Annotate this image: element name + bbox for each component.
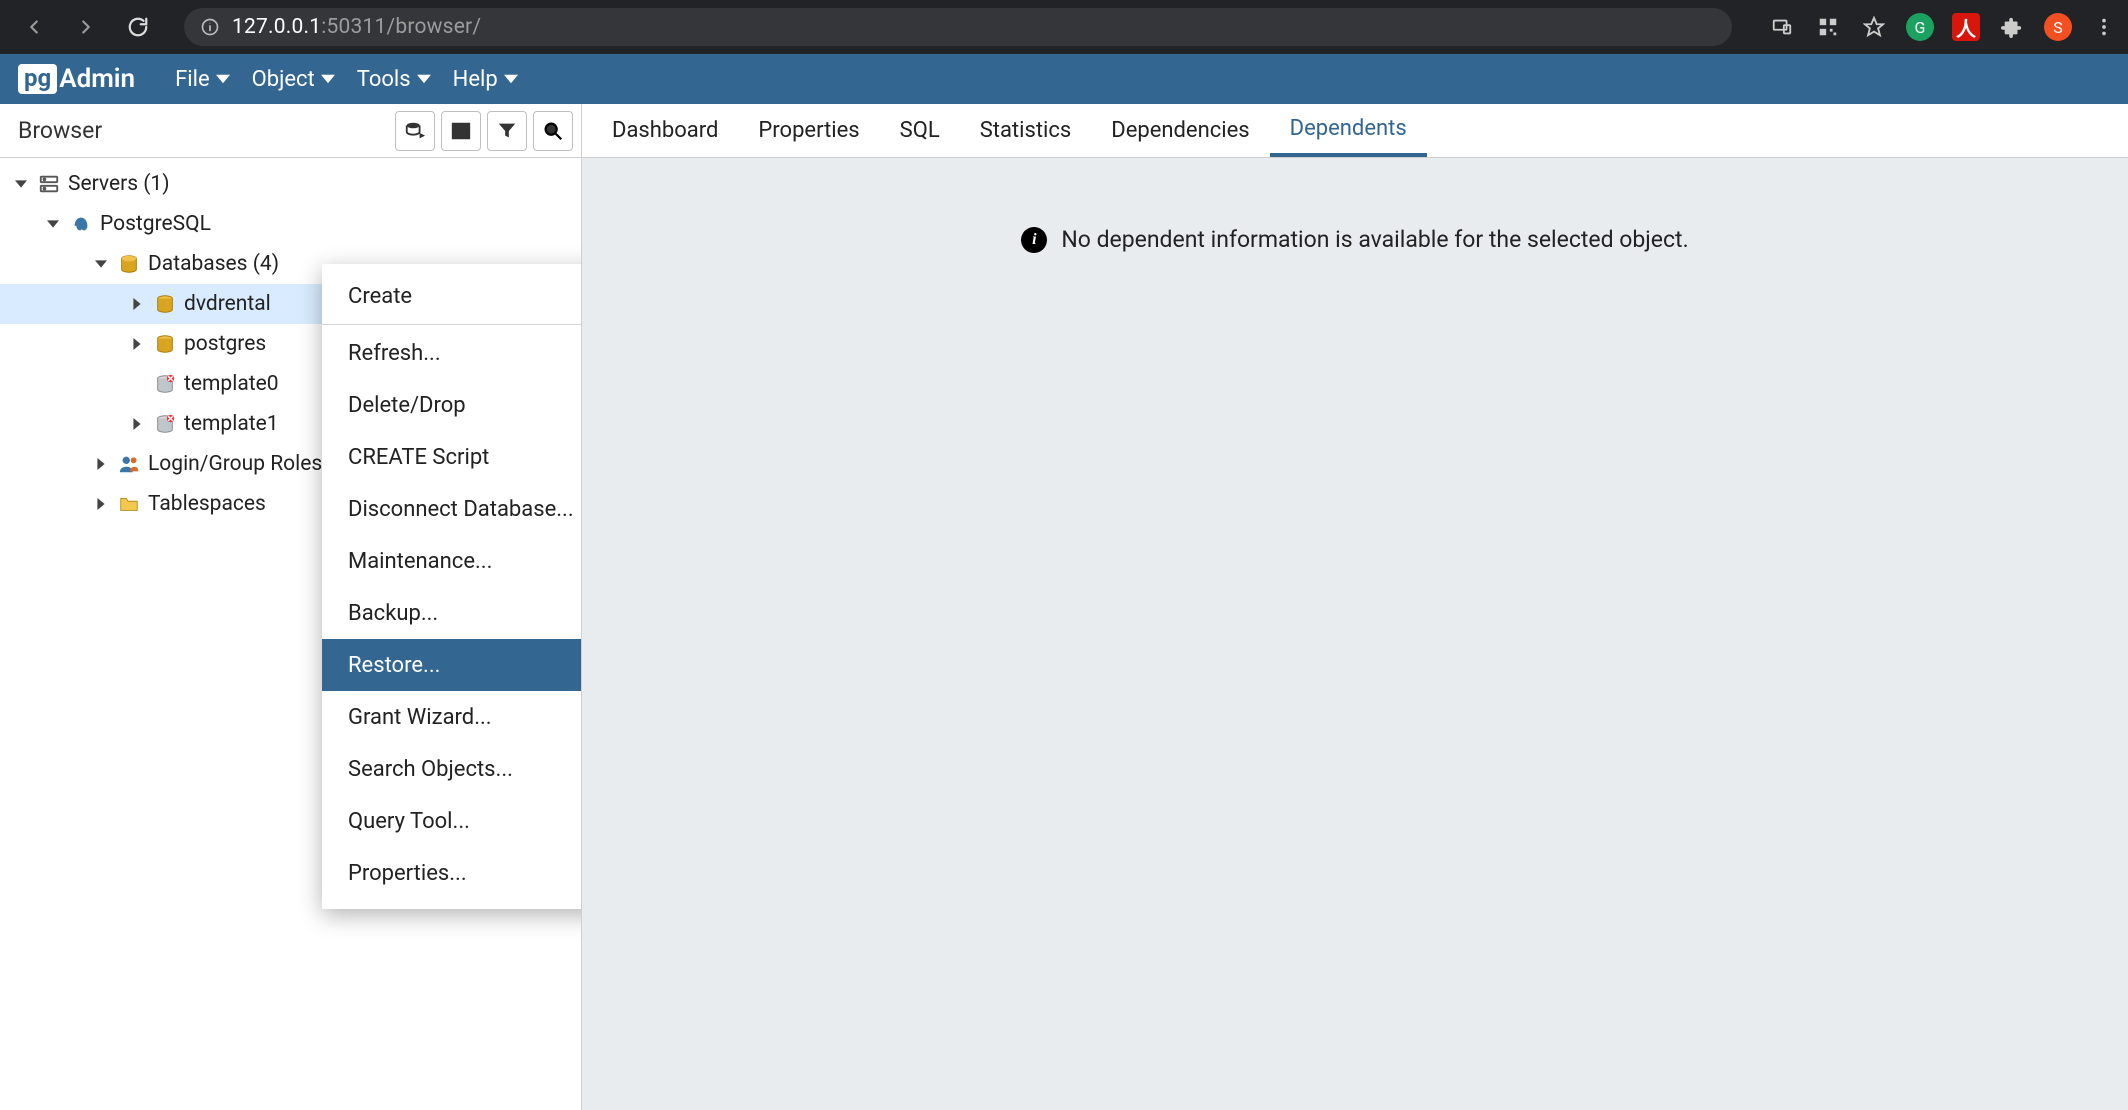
sidebar-tools	[395, 111, 573, 151]
filter-rows-button[interactable]	[487, 111, 527, 151]
info-icon: i	[1021, 227, 1047, 253]
users-icon	[118, 453, 140, 475]
tab-statistics[interactable]: Statistics	[960, 104, 1092, 157]
tree-label: postgres	[184, 332, 266, 356]
sidebar: Browser Servers (1) PostgreSQL	[0, 104, 582, 1110]
chrome-right-icons: G 人 S	[1768, 13, 2118, 41]
context-item-label: Query Tool...	[348, 809, 470, 834]
tree-label: Login/Group Roles	[148, 452, 322, 476]
database-icon	[154, 293, 176, 315]
empty-message: i No dependent information is available …	[1021, 226, 1688, 253]
context-menu: Create Refresh... Delete/Drop CREATE Scr…	[322, 264, 581, 909]
chevron-right-icon	[128, 298, 146, 310]
database-disabled-icon	[154, 373, 176, 395]
tab-dependencies[interactable]: Dependencies	[1091, 104, 1269, 157]
context-maintenance[interactable]: Maintenance...	[322, 535, 581, 587]
logo-pg-box: pg	[18, 64, 57, 94]
context-search-objects[interactable]: Search Objects...	[322, 743, 581, 795]
tab-properties[interactable]: Properties	[738, 104, 879, 157]
browser-chrome: 127.0.0.1:50311/browser/ G 人 S	[0, 0, 2128, 54]
nav-back-button[interactable]	[20, 13, 48, 41]
address-bar[interactable]: 127.0.0.1:50311/browser/	[184, 8, 1732, 46]
context-create[interactable]: Create	[322, 270, 581, 322]
nav-reload-button[interactable]	[124, 13, 152, 41]
chevron-right-icon	[92, 498, 110, 510]
context-grant-wizard[interactable]: Grant Wizard...	[322, 691, 581, 743]
context-item-label: Restore...	[348, 653, 440, 678]
query-tool-button[interactable]	[395, 111, 435, 151]
content-body: i No dependent information is available …	[582, 158, 2128, 1110]
tree-label: PostgreSQL	[100, 212, 211, 236]
tree-label: Tablespaces	[148, 492, 266, 516]
nav-forward-button[interactable]	[72, 13, 100, 41]
profile-avatar[interactable]: S	[2044, 13, 2072, 41]
database-disabled-icon	[154, 413, 176, 435]
context-item-label: Maintenance...	[348, 549, 492, 574]
context-item-label: Backup...	[348, 601, 438, 626]
context-item-label: Properties...	[348, 861, 467, 886]
context-item-label: Create	[348, 284, 412, 309]
context-item-label: Search Objects...	[348, 757, 513, 782]
context-query-tool[interactable]: Query Tool...	[322, 795, 581, 847]
context-item-label: Grant Wizard...	[348, 705, 492, 730]
context-backup[interactable]: Backup...	[322, 587, 581, 639]
chevron-right-icon	[128, 418, 146, 430]
tab-dashboard[interactable]: Dashboard	[592, 104, 738, 157]
tab-sql[interactable]: SQL	[880, 104, 960, 157]
url-text: 127.0.0.1:50311/browser/	[232, 15, 481, 39]
tree-label: Servers (1)	[68, 172, 170, 196]
view-data-button[interactable]	[441, 111, 481, 151]
extension-adobe-icon[interactable]: 人	[1952, 13, 1980, 41]
pgadmin-menubar: pgAdmin File Object Tools Help	[0, 54, 2128, 104]
tree-label: template0	[184, 372, 279, 396]
tree-servers[interactable]: Servers (1)	[0, 164, 581, 204]
bookmark-star-icon[interactable]	[1860, 13, 1888, 41]
elephant-icon	[70, 213, 92, 235]
context-restore[interactable]: Restore...	[322, 639, 581, 691]
menu-file[interactable]: File	[175, 67, 230, 92]
qr-icon[interactable]	[1814, 13, 1842, 41]
object-tree: Servers (1) PostgreSQL Databases (4) dvd…	[0, 158, 581, 1110]
context-properties[interactable]: Properties...	[322, 847, 581, 899]
folder-icon	[118, 493, 140, 515]
context-create-script[interactable]: CREATE Script	[322, 431, 581, 483]
device-icon[interactable]	[1768, 13, 1796, 41]
tree-postgresql[interactable]: PostgreSQL	[0, 204, 581, 244]
context-separator	[322, 324, 581, 325]
context-item-label: Disconnect Database...	[348, 497, 574, 522]
tree-label: Databases (4)	[148, 252, 279, 276]
content-area: Dashboard Properties SQL Statistics Depe…	[582, 104, 2128, 1110]
logo-admin-text: Admin	[59, 64, 135, 94]
tree-label: dvdrental	[184, 292, 271, 316]
chevron-down-icon	[12, 178, 30, 190]
context-item-label: Delete/Drop	[348, 393, 466, 418]
empty-message-text: No dependent information is available fo…	[1061, 226, 1688, 253]
databases-icon	[118, 253, 140, 275]
sidebar-header: Browser	[0, 104, 581, 158]
tree-label: template1	[184, 412, 279, 436]
database-icon	[154, 333, 176, 355]
extensions-puzzle-icon[interactable]	[1998, 13, 2026, 41]
extension-grammarly-icon[interactable]: G	[1906, 13, 1934, 41]
context-item-label: Refresh...	[348, 341, 441, 366]
chevron-right-icon	[128, 338, 146, 350]
menu-tools[interactable]: Tools	[357, 67, 431, 92]
main-split: Browser Servers (1) PostgreSQL	[0, 104, 2128, 1110]
servers-icon	[38, 173, 60, 195]
chevron-down-icon	[92, 258, 110, 270]
context-disconnect[interactable]: Disconnect Database...	[322, 483, 581, 535]
kebab-menu-icon[interactable]	[2090, 13, 2118, 41]
context-delete[interactable]: Delete/Drop	[322, 379, 581, 431]
menu-object[interactable]: Object	[252, 67, 335, 92]
context-item-label: CREATE Script	[348, 445, 489, 470]
chevron-right-icon	[92, 458, 110, 470]
search-objects-button[interactable]	[533, 111, 573, 151]
sidebar-title: Browser	[18, 117, 102, 144]
context-refresh[interactable]: Refresh...	[322, 327, 581, 379]
tab-dependents[interactable]: Dependents	[1270, 104, 1427, 157]
chevron-down-icon	[44, 218, 62, 230]
menu-help[interactable]: Help	[453, 67, 518, 92]
pgadmin-logo: pgAdmin	[18, 64, 135, 94]
content-tabs: Dashboard Properties SQL Statistics Depe…	[582, 104, 2128, 158]
